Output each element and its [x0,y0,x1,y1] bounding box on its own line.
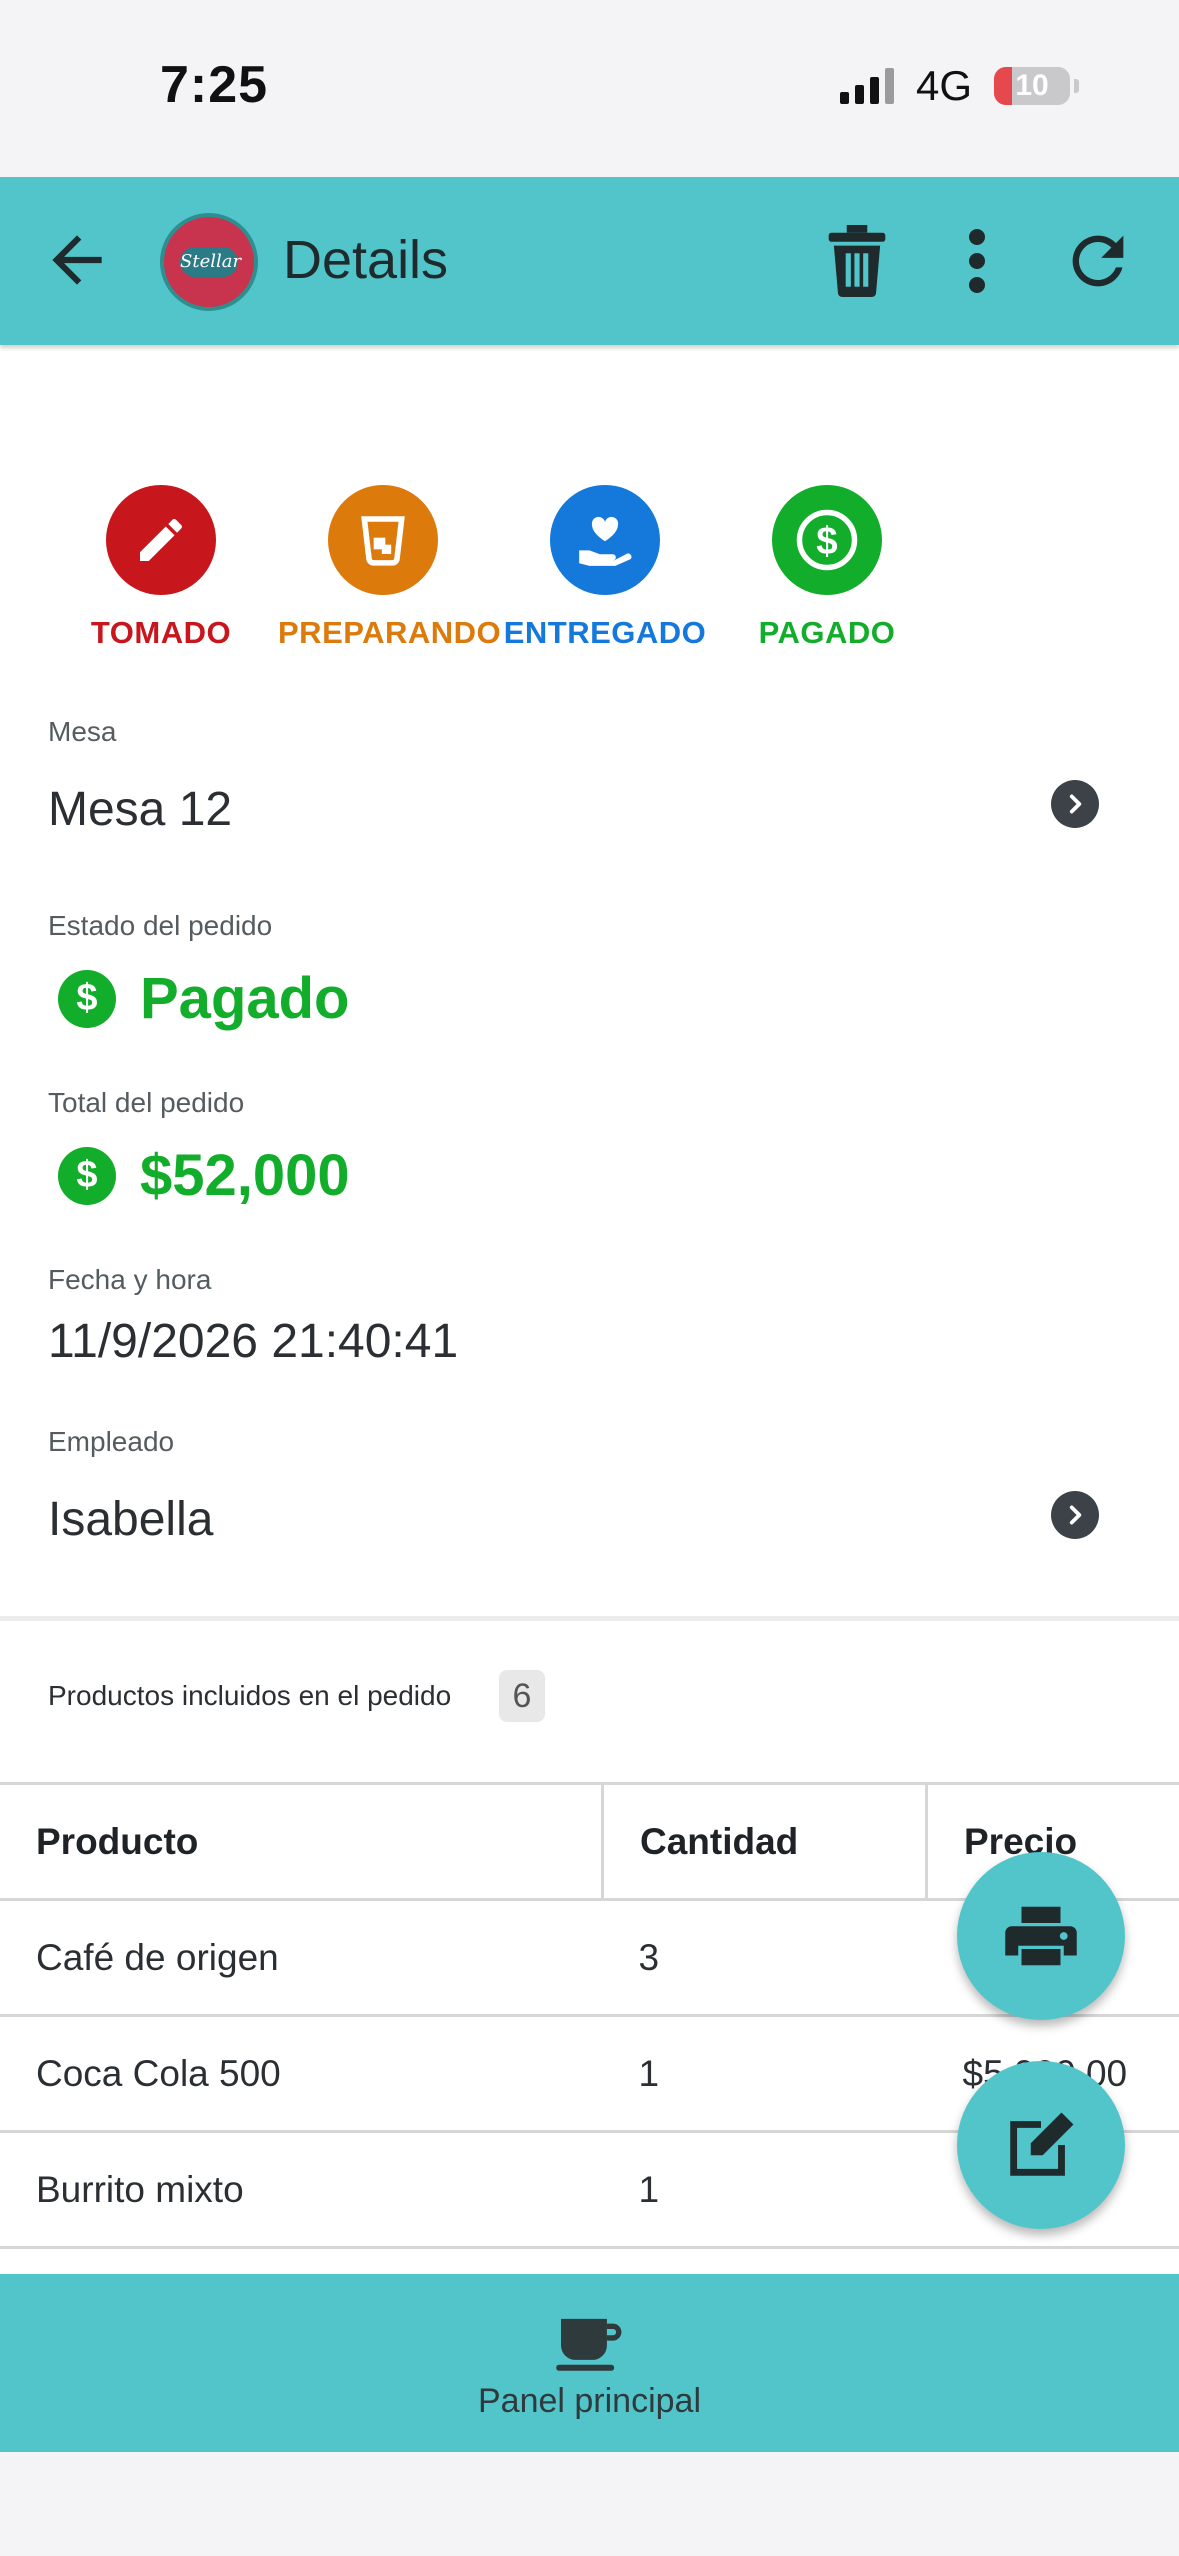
status-step-pagado[interactable]: $ PAGADO [722,485,932,651]
glass-icon [328,485,438,595]
cell-producto: Café de origen [0,1899,603,2017]
app-bar: Stellar Details [0,177,1179,345]
dollar-icon: $ [58,969,116,1028]
cell-producto: Coca Cola 500 [0,2015,603,2133]
section-divider [0,1616,1179,1621]
svg-text:$: $ [816,520,837,563]
edit-button[interactable] [957,2061,1125,2229]
status-step-tomado[interactable]: TOMADO [56,485,266,651]
status-step-label: TOMADO [90,615,232,650]
hand-heart-icon [550,485,660,595]
nav-item-panel-principal[interactable]: Panel principal [0,2274,1179,2452]
status-indicators: 4G 10 [839,62,1079,110]
status-step-label: PREPARANDO [278,615,502,650]
bottom-nav: Panel principal [0,2274,1179,2452]
column-header-cantidad[interactable]: Cantidad [602,1782,928,1901]
pencil-icon [106,485,216,595]
home-indicator-area [0,2452,1179,2556]
nav-label: Panel principal [477,2382,702,2420]
dollar-icon: $ [772,485,882,595]
page-title: Details [283,230,449,290]
signal-icon [839,68,894,104]
dollar-icon: $ [58,1146,116,1205]
products-label: Productos incluidos en el pedido [48,1680,452,1711]
battery-tip [1074,79,1079,93]
network-type: 4G [915,62,972,109]
order-status-steps: TOMADO PREPARANDO ENTREGADO $ PAGADO [0,485,1179,655]
stellar-logo: Stellar [160,213,258,311]
empleado-value[interactable]: Isabella [48,1492,213,1547]
cell-producto: Burrito mixto [0,2131,603,2249]
printer-icon [1005,1906,1077,1966]
total-row: $ $52,000 [58,1142,350,1209]
estado-row: $ Pagado [58,965,350,1032]
logo-text: Stellar [180,247,241,277]
more-vert-icon[interactable] [955,225,999,297]
print-button[interactable] [957,1852,1125,2020]
edit-icon [1010,2112,1074,2176]
mesa-value[interactable]: Mesa 12 [48,782,232,837]
fecha-label: Fecha y hora [48,1264,212,1295]
chevron-right-icon[interactable] [1051,780,1099,828]
status-step-preparando[interactable]: PREPARANDO [278,485,502,651]
total-value: $52,000 [140,1143,350,1208]
status-step-label: PAGADO [758,615,896,650]
column-header-producto[interactable]: Producto [0,1782,604,1901]
battery-icon: 10 [994,67,1070,105]
status-bar: 7:25 4G 10 [0,0,1179,177]
back-arrow-icon[interactable] [40,223,114,297]
trash-icon[interactable] [826,225,888,297]
estado-value: Pagado [140,966,350,1031]
status-step-label: ENTREGADO [503,615,707,650]
chevron-right-icon[interactable] [1051,1491,1099,1539]
fecha-value: 11/9/2026 21:40:41 [48,1315,459,1368]
status-time: 7:25 [160,56,269,114]
total-label: Total del pedido [48,1087,245,1118]
cell-cantidad: 1 [602,2131,927,2249]
battery-level: 10 [1015,69,1049,102]
cell-cantidad: 1 [602,2015,927,2133]
empleado-label: Empleado [48,1426,175,1457]
cell-cantidad: 3 [602,1899,927,2017]
coffee-cup-icon [556,2318,622,2371]
estado-label: Estado del pedido [48,910,273,941]
mesa-label: Mesa [48,716,117,747]
status-step-entregado[interactable]: ENTREGADO [500,485,710,651]
refresh-icon[interactable] [1060,223,1136,299]
products-count-badge: 6 [499,1670,545,1722]
